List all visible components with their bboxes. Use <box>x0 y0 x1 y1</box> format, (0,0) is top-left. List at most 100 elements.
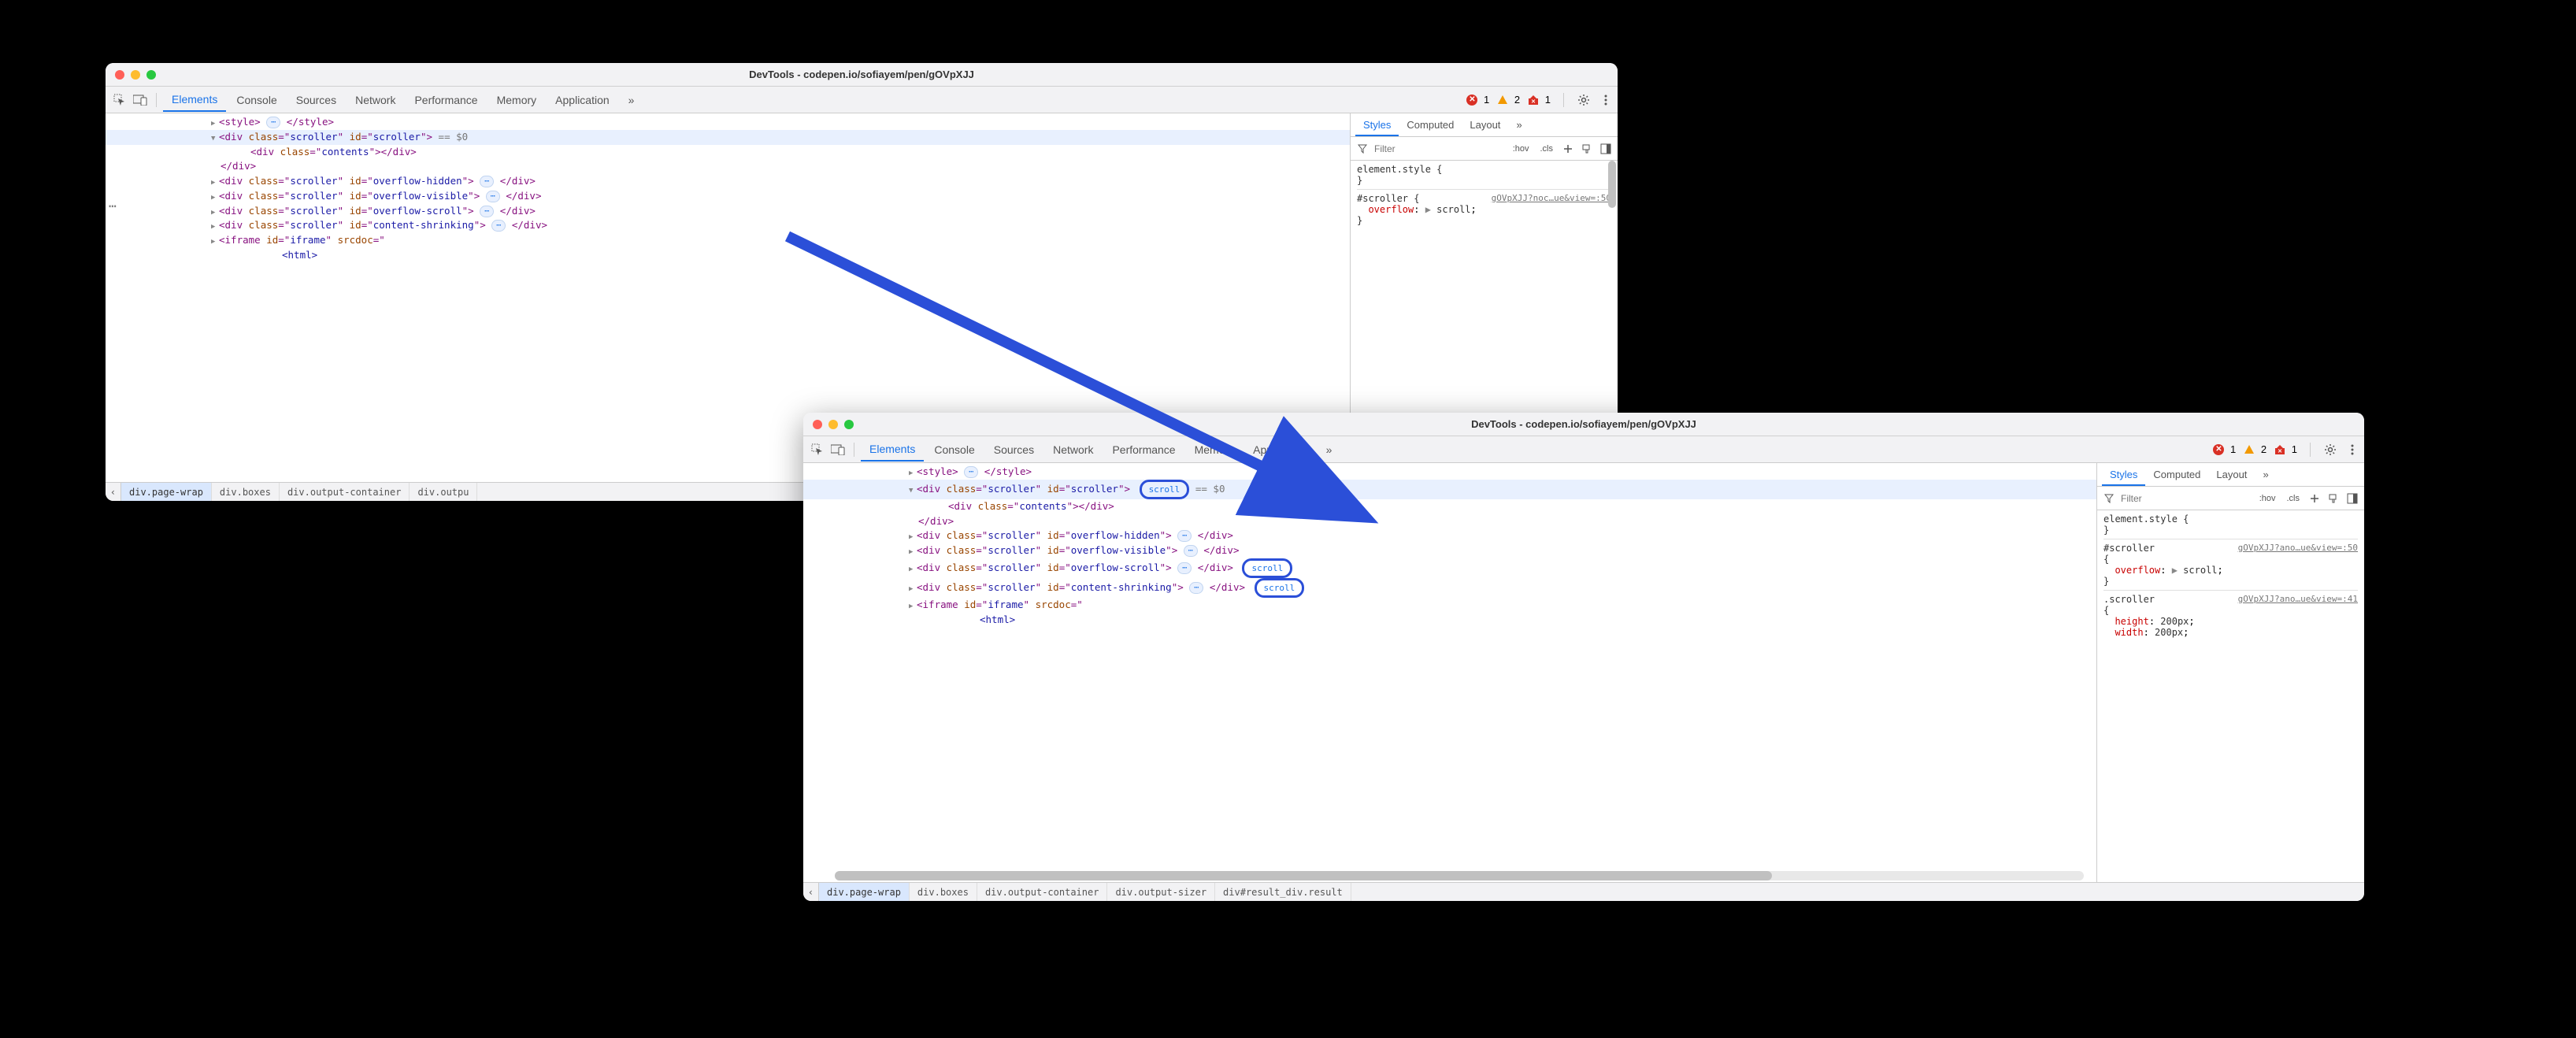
scroll-badge[interactable]: scroll <box>1255 578 1305 598</box>
dom-line[interactable]: <style> ⋯ </style> <box>803 465 2096 480</box>
ellipsis-badge[interactable]: ⋯ <box>1177 530 1192 542</box>
tab-performance[interactable]: Performance <box>406 89 486 111</box>
tab-application[interactable]: Application <box>1244 439 1316 461</box>
ellipsis-badge[interactable]: ⋯ <box>480 176 494 187</box>
source-link[interactable]: gOVpXJJ?ano…ue&view=:41 <box>2238 594 2358 604</box>
error-badge[interactable]: ✕ 1 <box>2213 443 2236 455</box>
issue-badge[interactable]: ✕ 1 <box>1528 94 1551 106</box>
expand-arrow-icon[interactable] <box>909 561 917 576</box>
dom-line[interactable]: </div> <box>803 514 2096 529</box>
more-tabs[interactable]: » <box>1318 439 1341 461</box>
dom-line[interactable]: <div class="scroller" id="overflow-visib… <box>106 189 1350 204</box>
dom-line[interactable]: <div class="contents"></div> <box>803 499 2096 514</box>
breadcrumb-prev-icon[interactable]: ‹ <box>106 483 121 502</box>
collapse-arrow-icon[interactable] <box>211 130 219 145</box>
dom-line[interactable]: <div class="scroller" id="overflow-scrol… <box>106 204 1350 219</box>
inspect-element-icon[interactable] <box>808 440 827 459</box>
css-val[interactable]: 200px <box>2155 627 2183 638</box>
tab-computed[interactable]: Computed <box>2145 465 2208 484</box>
tab-network[interactable]: Network <box>1044 439 1102 461</box>
dom-line[interactable]: <div class="scroller" id="content-shrink… <box>106 218 1350 233</box>
dom-line[interactable]: <div class="scroller" id="overflow-hidde… <box>106 174 1350 189</box>
warning-badge[interactable]: 2 <box>1497 94 1520 106</box>
ellipsis-badge[interactable]: ⋯ <box>480 206 494 217</box>
source-link[interactable]: gOVpXJJ?ano…ue&view=:50 <box>2238 543 2358 553</box>
dom-line[interactable]: <div class="scroller" id="overflow-scrol… <box>803 558 2096 578</box>
breadcrumb-prev-icon[interactable]: ‹ <box>803 883 819 902</box>
tab-computed[interactable]: Computed <box>1399 115 1462 135</box>
css-rule-element-style[interactable]: element.style { } <box>2103 513 2358 539</box>
collapse-arrow-icon[interactable] <box>909 482 917 497</box>
zoom-window-button[interactable] <box>844 420 854 429</box>
tab-layout[interactable]: Layout <box>1462 115 1508 135</box>
filter-input[interactable] <box>1374 143 1505 154</box>
tab-network[interactable]: Network <box>347 89 404 111</box>
hov-toggle[interactable]: :hov <box>1510 143 1533 155</box>
tab-elements[interactable]: Elements <box>163 88 226 112</box>
dom-line[interactable]: <div class="scroller" id="overflow-hidde… <box>803 528 2096 543</box>
css-val[interactable]: scroll <box>2183 565 2217 576</box>
breadcrumb-item[interactable]: div.output-sizer <box>1107 883 1215 902</box>
horizontal-scrollbar[interactable] <box>835 871 2084 880</box>
tab-styles[interactable]: Styles <box>1355 115 1399 136</box>
issue-badge[interactable]: ✕ 1 <box>2274 443 2297 455</box>
dom-line[interactable]: <div class="scroller" id="content-shrink… <box>803 578 2096 598</box>
cls-toggle[interactable]: .cls <box>1537 143 1557 155</box>
ellipsis-badge[interactable]: ⋯ <box>266 117 280 128</box>
minimize-window-button[interactable] <box>828 420 838 429</box>
breadcrumb-item[interactable]: div.boxes <box>212 483 280 502</box>
tab-console[interactable]: Console <box>228 89 285 111</box>
new-rule-icon[interactable] <box>2307 491 2322 506</box>
breadcrumb-item[interactable]: div.outpu <box>410 483 477 502</box>
computed-panel-icon[interactable] <box>2345 491 2359 506</box>
elements-tree[interactable]: <style> ⋯ </style> <div class="scroller"… <box>803 463 2096 882</box>
inspect-element-icon[interactable] <box>110 91 129 109</box>
breadcrumb-item[interactable]: div.boxes <box>910 883 977 902</box>
device-toolbar-icon[interactable] <box>828 440 847 459</box>
tab-performance[interactable]: Performance <box>1103 439 1184 461</box>
css-rule-class-scroller[interactable]: gOVpXJJ?ano…ue&view=:41 .scroller { heig… <box>2103 594 2358 641</box>
expand-arrow-icon[interactable] <box>909 580 917 595</box>
tab-memory[interactable]: Memory <box>1186 439 1244 461</box>
zoom-window-button[interactable] <box>146 70 156 80</box>
dom-line[interactable]: <div class="scroller" id="overflow-visib… <box>803 543 2096 558</box>
breadcrumb-item[interactable]: div.page-wrap <box>819 883 910 902</box>
dom-line[interactable]: <html> <box>803 613 2096 628</box>
scroll-badge[interactable]: scroll <box>1140 480 1190 499</box>
device-toolbar-icon[interactable] <box>131 91 150 109</box>
tab-elements[interactable]: Elements <box>861 438 924 462</box>
css-prop[interactable]: height <box>2115 616 2148 627</box>
minimize-window-button[interactable] <box>131 70 140 80</box>
more-tabs[interactable]: » <box>620 89 643 111</box>
expand-arrow-icon[interactable] <box>211 204 219 219</box>
warning-badge[interactable]: 2 <box>2244 443 2267 455</box>
tab-application[interactable]: Application <box>547 89 618 111</box>
expand-arrow-icon[interactable] <box>909 598 917 613</box>
dom-line[interactable]: <html> <box>106 248 1350 263</box>
source-link[interactable]: gOVpXJJ?noc…ue&view=:50 <box>1492 193 1611 203</box>
hov-toggle[interactable]: :hov <box>2256 492 2279 505</box>
dom-line[interactable]: <iframe id="iframe" srcdoc=" <box>106 233 1350 248</box>
more-icon[interactable] <box>2345 443 2359 457</box>
dom-line[interactable]: <iframe id="iframe" srcdoc=" <box>803 598 2096 613</box>
dom-line[interactable]: </div> <box>106 159 1350 174</box>
dom-line[interactable]: <style> ⋯ </style> <box>106 115 1350 130</box>
close-window-button[interactable] <box>115 70 124 80</box>
more-tabs[interactable]: » <box>1508 115 1529 135</box>
css-val[interactable]: 200px <box>2160 616 2189 627</box>
css-rules[interactable]: element.style { } gOVpXJJ?ano…ue&view=:5… <box>2097 510 2364 882</box>
more-icon[interactable] <box>1599 93 1613 107</box>
css-prop[interactable]: width <box>2115 627 2143 638</box>
tab-sources[interactable]: Sources <box>287 89 345 111</box>
new-rule-icon[interactable] <box>1561 142 1575 156</box>
breadcrumb-item[interactable]: div.output-container <box>977 883 1108 902</box>
css-prop[interactable]: overflow <box>1368 204 1414 215</box>
expand-arrow-icon[interactable] <box>211 218 219 233</box>
computed-panel-icon[interactable] <box>1599 142 1613 156</box>
cls-toggle[interactable]: .cls <box>2284 492 2304 505</box>
expand-arrow-icon[interactable] <box>909 465 917 480</box>
scroll-badge[interactable]: scroll <box>1242 558 1292 578</box>
tab-layout[interactable]: Layout <box>2208 465 2255 484</box>
filter-icon[interactable] <box>2102 491 2116 506</box>
dom-line[interactable]: <div class="contents"></div> <box>106 145 1350 160</box>
